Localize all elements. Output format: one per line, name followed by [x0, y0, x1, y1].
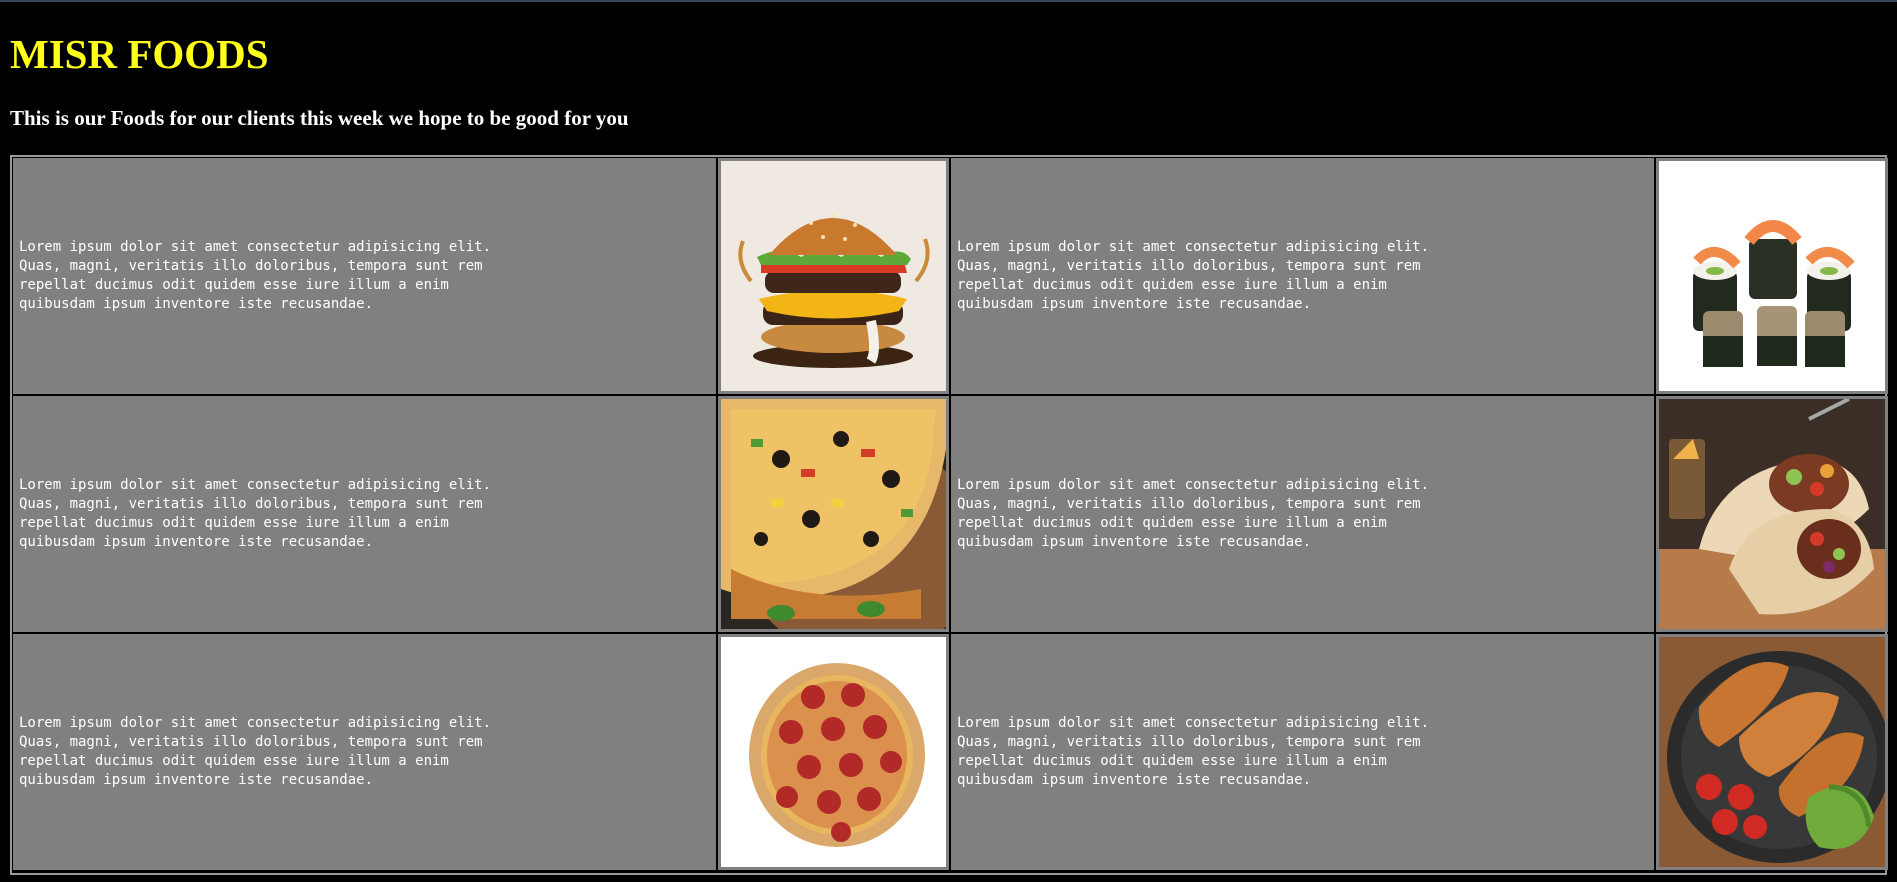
food-image-cell — [718, 158, 949, 394]
food-image-cell — [1656, 158, 1888, 394]
food-table: Lorem ipsum dolor sit amet consectetur a… — [10, 155, 1888, 875]
burger-image — [721, 161, 946, 391]
food-image-cell — [718, 396, 949, 632]
food-description-cell: Lorem ipsum dolor sit amet consectetur a… — [951, 158, 1654, 394]
food-description-cell: Lorem ipsum dolor sit amet consectetur a… — [951, 634, 1654, 870]
food-image-cell — [1656, 396, 1888, 632]
page-title: MISR FOODS — [10, 31, 269, 77]
food-description-cell: Lorem ipsum dolor sit amet consectetur a… — [13, 396, 716, 632]
food-image-cell — [1656, 634, 1888, 870]
pizza-slice-image — [721, 399, 946, 629]
food-description: Lorem ipsum dolor sit amet consectetur a… — [19, 239, 492, 312]
food-image-cell — [718, 634, 949, 870]
food-description: Lorem ipsum dolor sit amet consectetur a… — [957, 715, 1430, 788]
food-description: Lorem ipsum dolor sit amet consectetur a… — [19, 477, 492, 550]
page-subtitle: This is our Foods for our clients this w… — [10, 106, 629, 130]
food-description: Lorem ipsum dolor sit amet consectetur a… — [957, 239, 1430, 312]
food-description: Lorem ipsum dolor sit amet consectetur a… — [19, 715, 492, 788]
wrap-image — [1659, 399, 1885, 629]
food-description-cell: Lorem ipsum dolor sit amet consectetur a… — [951, 396, 1654, 632]
food-description-cell: Lorem ipsum dolor sit amet consectetur a… — [13, 634, 716, 870]
food-description-cell: Lorem ipsum dolor sit amet consectetur a… — [13, 158, 716, 394]
sushi-image — [1659, 161, 1885, 391]
pepperoni-pizza-image — [721, 637, 946, 867]
fried-chicken-image — [1659, 637, 1885, 867]
food-description: Lorem ipsum dolor sit amet consectetur a… — [957, 477, 1430, 550]
